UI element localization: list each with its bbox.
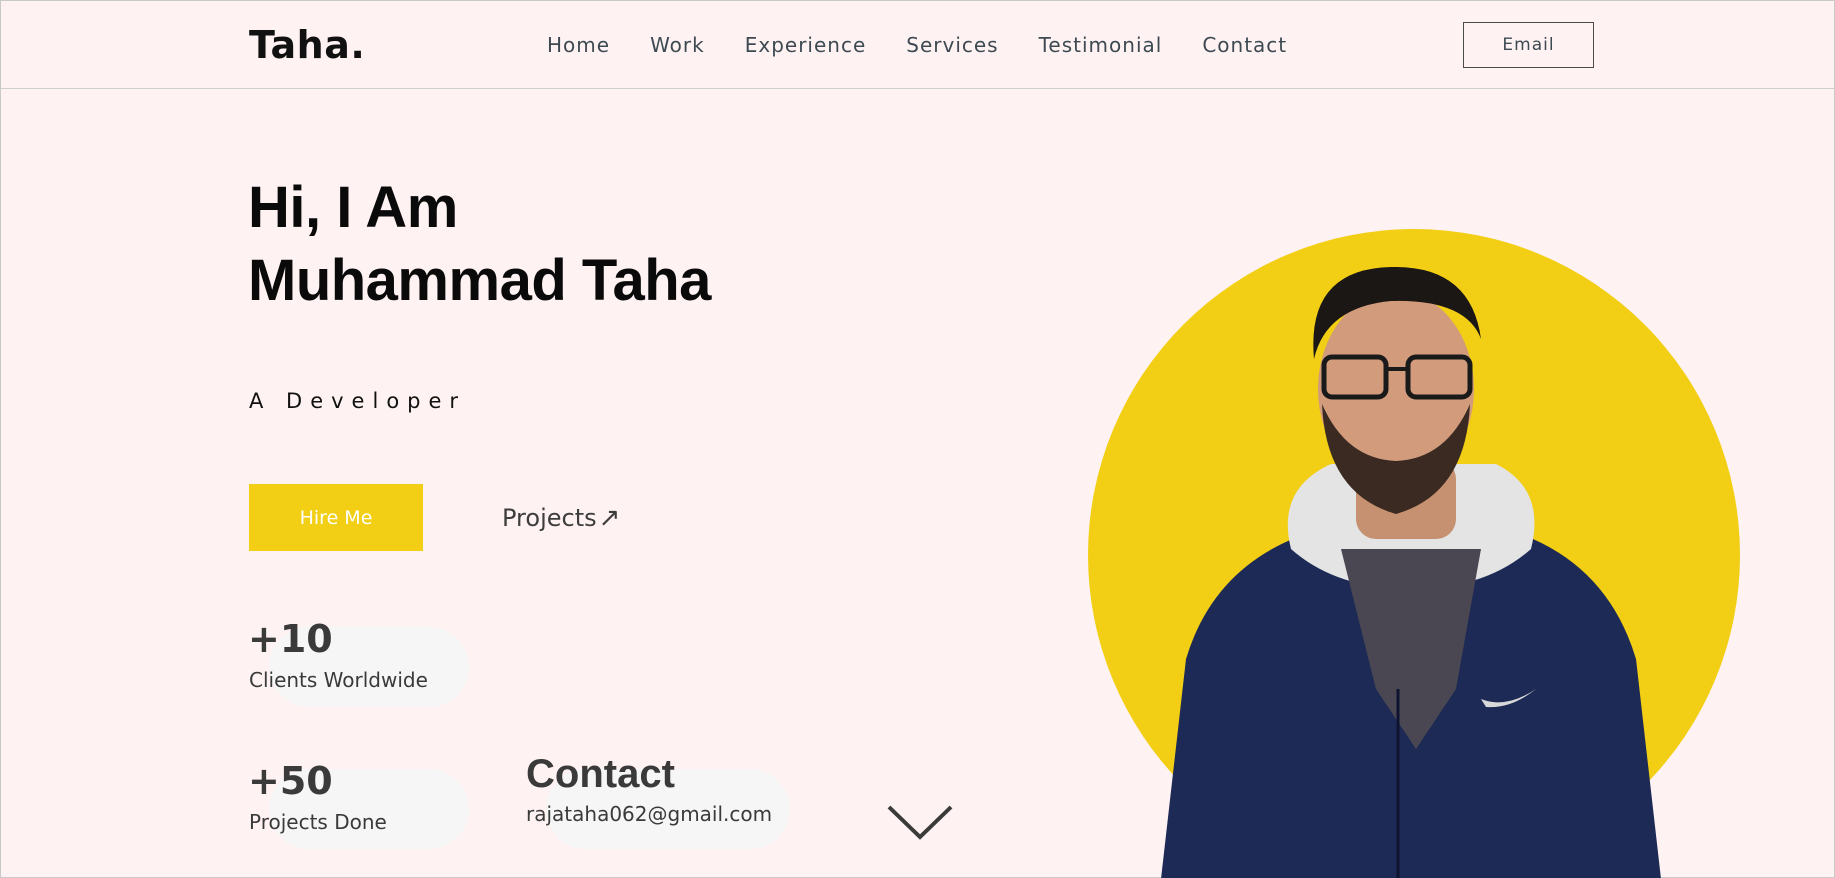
stat-clients-label: Clients Worldwide <box>249 668 428 692</box>
nav-services[interactable]: Services <box>906 33 998 57</box>
arrow-up-right-icon: ↗ <box>598 503 621 533</box>
projects-link[interactable]: Projects ↗ <box>502 503 620 533</box>
profile-photo <box>1088 229 1740 878</box>
hire-me-button[interactable]: Hire Me <box>249 484 423 551</box>
nav-testimonial[interactable]: Testimonial <box>1039 33 1163 57</box>
hero-role: A Developer <box>249 389 467 413</box>
site-logo[interactable]: Taha. <box>249 23 365 67</box>
hero-title: Hi, I Am Muhammad Taha <box>248 171 711 317</box>
hero-greeting: Hi, I Am <box>248 175 458 240</box>
projects-link-label: Projects <box>502 504 597 532</box>
contact-title: Contact <box>526 752 675 796</box>
chevron-down-icon[interactable] <box>885 801 955 845</box>
email-button[interactable]: Email <box>1463 22 1594 68</box>
stat-projects-label: Projects Done <box>249 810 387 834</box>
site-header: Taha. Home Work Experience Services Test… <box>1 1 1835 89</box>
nav-home[interactable]: Home <box>547 33 610 57</box>
nav-contact[interactable]: Contact <box>1202 33 1287 57</box>
stat-projects-value: +50 <box>248 759 333 803</box>
nav-work[interactable]: Work <box>650 33 705 57</box>
nav-experience[interactable]: Experience <box>745 33 867 57</box>
stat-clients-value: +10 <box>248 617 333 661</box>
hero-name: Muhammad Taha <box>248 248 711 313</box>
main-nav: Home Work Experience Services Testimonia… <box>547 33 1327 57</box>
contact-email[interactable]: rajataha062@gmail.com <box>526 802 772 826</box>
